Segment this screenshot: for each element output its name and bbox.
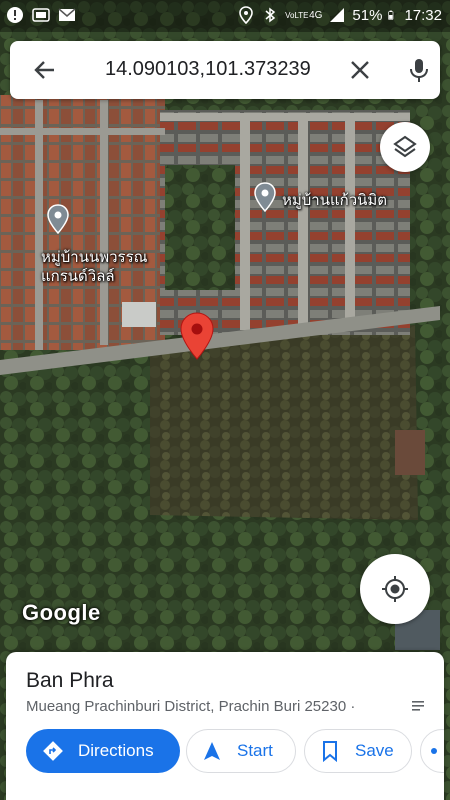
- start-button[interactable]: Start: [186, 729, 296, 773]
- battery-icon: [388, 10, 394, 20]
- directions-icon: [43, 741, 63, 761]
- bookmark-icon: [323, 741, 337, 762]
- crosshair-icon: [382, 576, 408, 602]
- clock: 17:32: [404, 6, 442, 24]
- back-arrow-icon[interactable]: [30, 55, 60, 85]
- location-icon: [239, 6, 253, 24]
- list-icon[interactable]: [410, 698, 426, 714]
- layers-button[interactable]: [380, 122, 430, 172]
- poi-label-left-line1: หมู่บ้านนพวรรณ: [41, 249, 148, 266]
- volte-label: VoLTE: [285, 10, 309, 20]
- start-label: Start: [237, 741, 273, 760]
- google-attribution: Google: [22, 600, 101, 625]
- place-address: Mueang Prachinburi District, Prachin Bur…: [26, 698, 356, 715]
- status-bar: VoLTE 4G 51% 17:32: [0, 0, 450, 32]
- close-icon[interactable]: [345, 55, 375, 85]
- more-actions-button[interactable]: [420, 729, 444, 773]
- map-pin-icon[interactable]: [180, 312, 214, 360]
- navigation-arrow-icon: [204, 742, 220, 760]
- more-icon: [431, 748, 437, 754]
- directions-button[interactable]: Directions: [26, 729, 180, 773]
- save-button[interactable]: Save: [304, 729, 412, 773]
- place-name: Ban Phra: [26, 669, 114, 692]
- microphone-icon[interactable]: [404, 55, 434, 85]
- alert-icon: [7, 7, 23, 23]
- my-location-button[interactable]: [360, 554, 430, 624]
- mail-icon: [58, 8, 76, 21]
- directions-label: Directions: [78, 741, 154, 760]
- layers-icon: [393, 135, 417, 158]
- search-bar[interactable]: 14.090103,101.373239: [10, 41, 440, 99]
- battery-percent: 51%: [352, 6, 383, 24]
- bluetooth-icon: [265, 7, 276, 23]
- poi-label-right[interactable]: หมู่บ้านแก้วนิมิต: [282, 191, 387, 210]
- poi-pin-icon[interactable]: [254, 182, 276, 212]
- place-card[interactable]: Ban Phra Mueang Prachinburi District, Pr…: [6, 652, 444, 800]
- poi-label-left[interactable]: หมู่บ้านนพวรรณ แกรนด์วิลล์: [41, 248, 148, 286]
- network-label: 4G: [309, 9, 323, 21]
- save-label: Save: [355, 741, 394, 760]
- signal-icon: [330, 8, 345, 22]
- poi-pin-icon[interactable]: [47, 204, 69, 234]
- tv-channel-icon: [32, 8, 50, 22]
- search-input[interactable]: 14.090103,101.373239: [105, 58, 311, 81]
- poi-label-left-line2: แกรนด์วิลล์: [41, 268, 115, 285]
